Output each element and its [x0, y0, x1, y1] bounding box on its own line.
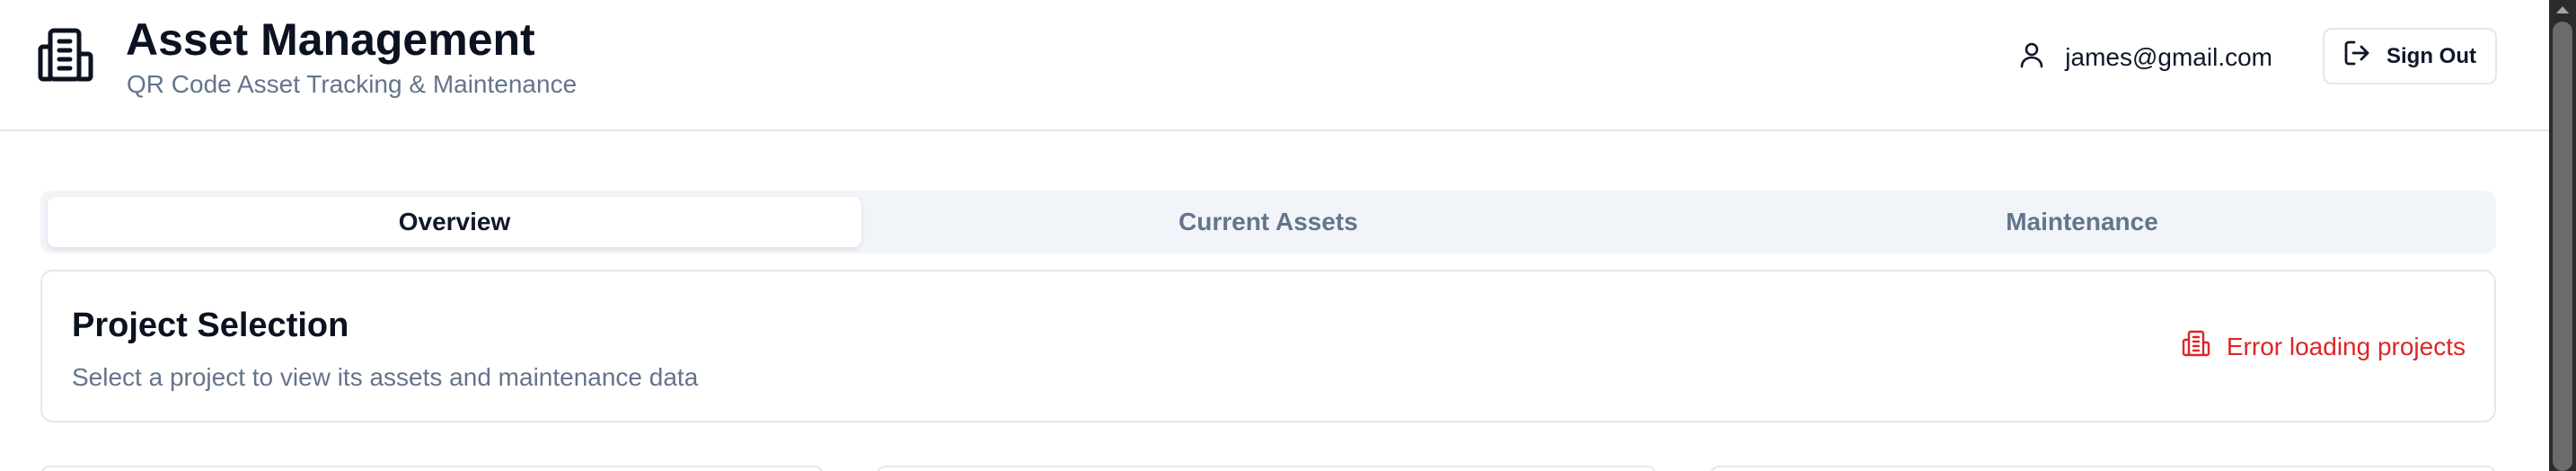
building-icon — [38, 27, 97, 83]
stat-card — [877, 466, 1656, 471]
user-info: james@gmail.com — [2018, 38, 2272, 77]
tab-overview[interactable]: Overview — [48, 197, 861, 247]
page-title: Asset Management — [126, 14, 535, 65]
tab-list: Overview Current Assets Maintenance — [40, 191, 2496, 253]
building-icon — [2182, 329, 2210, 364]
project-error-status: Error loading projects — [2182, 329, 2466, 364]
scroll-up-arrow-icon[interactable] — [2549, 0, 2576, 20]
project-selection-card: Project Selection Select a project to vi… — [40, 270, 2496, 422]
stat-card — [1710, 466, 2496, 471]
tab-maintenance[interactable]: Maintenance — [1675, 197, 2489, 247]
sign-out-button[interactable]: Sign Out — [2323, 28, 2497, 84]
project-selection-description: Select a project to view its assets and … — [72, 363, 699, 391]
page-subtitle: QR Code Asset Tracking & Maintenance — [127, 70, 578, 98]
user-email: james@gmail.com — [2065, 43, 2272, 71]
tab-current-assets[interactable]: Current Assets — [861, 197, 1675, 247]
user-icon — [2018, 41, 2045, 75]
sign-out-label: Sign Out — [2386, 43, 2476, 68]
project-error-text: Error loading projects — [2226, 332, 2466, 360]
stat-card — [40, 466, 824, 471]
app-header: Asset Management QR Code Asset Tracking … — [0, 0, 2549, 131]
project-selection-title: Project Selection — [72, 307, 349, 344]
log-out-icon — [2343, 39, 2372, 74]
scrollbar-thumb[interactable] — [2553, 22, 2572, 471]
